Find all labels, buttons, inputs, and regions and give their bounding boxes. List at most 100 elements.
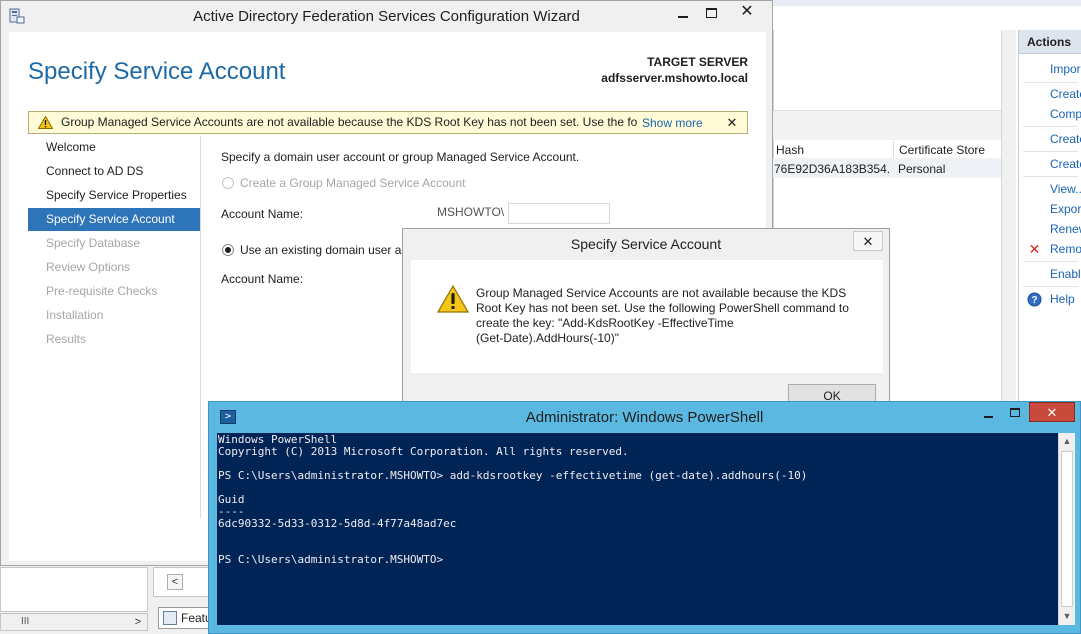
nav-item-results: Results bbox=[46, 332, 87, 346]
warning-triangle-icon bbox=[37, 115, 54, 132]
option-create-gmsa: Create a Group Managed Service Account bbox=[221, 175, 465, 191]
console-line: PS C:\Users\administrator.MSHOWTO> add-k… bbox=[218, 469, 808, 482]
domain-prefix: MSHOWTO\ bbox=[437, 205, 505, 219]
close-button[interactable]: ✕ bbox=[725, 1, 769, 22]
dialog-message-line: Root Key has not been set. Use the follo… bbox=[476, 301, 849, 315]
action-create-self-signed[interactable]: Create bbox=[1019, 154, 1081, 174]
warning-text: Group Managed Service Accounts are not a… bbox=[61, 115, 638, 129]
actions-divider bbox=[1023, 126, 1078, 127]
maximize-icon bbox=[1010, 408, 1020, 418]
features-tab[interactable]: Featu bbox=[158, 607, 210, 629]
powershell-console[interactable]: Windows PowerShell Copyright (C) 2013 Mi… bbox=[217, 433, 1058, 625]
option-existing-account[interactable]: Use an existing domain user ac bbox=[221, 242, 407, 258]
dialog-message-line: Group Managed Service Accounts are not a… bbox=[476, 286, 847, 300]
dialog-title: Specify Service Account bbox=[570, 236, 722, 252]
nav-item-service-properties[interactable]: Specify Service Properties bbox=[28, 184, 200, 207]
wizard-nav: Welcome Connect to AD DS Specify Service… bbox=[28, 136, 200, 561]
action-remove-label: Remo bbox=[1050, 242, 1081, 256]
warning-triangle-icon bbox=[436, 284, 470, 316]
nav-item-database: Specify Database bbox=[46, 236, 141, 250]
grid-cell-store: Personal bbox=[898, 162, 946, 176]
scroll-left-icon[interactable]: < bbox=[167, 574, 183, 590]
warning-bar: Group Managed Service Accounts are not a… bbox=[28, 111, 748, 134]
minimize-icon bbox=[678, 15, 688, 18]
maximize-icon bbox=[705, 7, 717, 18]
actions-divider bbox=[1023, 176, 1078, 177]
action-help-label: Help bbox=[1050, 292, 1075, 306]
grid-column-hash[interactable]: Hash bbox=[776, 141, 891, 159]
console-line: 6dc90332-5d33-0312-5d8d-4f77a48ad7ec bbox=[218, 517, 457, 530]
red-x-icon: ✕ bbox=[1028, 241, 1041, 257]
gmsa-account-name-input[interactable] bbox=[508, 203, 610, 224]
target-server-value: adfsserver.mshowto.local bbox=[601, 71, 748, 85]
action-help[interactable]: ? Help bbox=[1019, 289, 1081, 309]
grid-cell-hash: 76E92D36A183B354... bbox=[774, 162, 890, 176]
dialog-body: Group Managed Service Accounts are not a… bbox=[411, 260, 883, 373]
powershell-window: > Administrator: Windows PowerShell ✕ Wi… bbox=[208, 401, 1081, 634]
horizontal-scrollbar[interactable]: III > bbox=[0, 613, 148, 631]
scroll-area: < bbox=[153, 567, 210, 597]
dialog-message-line: (Get-Date).AddHours(-10)" bbox=[476, 331, 619, 345]
scroll-right-icon[interactable]: > bbox=[131, 615, 145, 629]
minimize-button[interactable] bbox=[975, 402, 1001, 422]
powershell-titlebar[interactable]: > Administrator: Windows PowerShell ✕ bbox=[209, 402, 1080, 433]
scrollbar-thumb[interactable] bbox=[1061, 451, 1073, 607]
features-tab-label: Featu bbox=[181, 611, 210, 625]
action-import[interactable]: Impor bbox=[1019, 59, 1081, 79]
actions-divider bbox=[1023, 286, 1078, 287]
minimize-button[interactable] bbox=[669, 1, 697, 22]
action-enable[interactable]: Enable bbox=[1019, 264, 1081, 284]
action-renew[interactable]: Renew bbox=[1019, 219, 1081, 239]
tree-pane bbox=[0, 567, 148, 612]
nav-item-installation: Installation bbox=[46, 308, 104, 322]
nav-item-service-account[interactable]: Specify Service Account bbox=[28, 208, 200, 231]
vertical-scrollbar[interactable]: ▲ ▼ bbox=[1058, 433, 1075, 625]
action-view[interactable]: View... bbox=[1019, 179, 1081, 199]
action-create-request[interactable]: Create bbox=[1019, 84, 1081, 104]
maximize-button[interactable] bbox=[1002, 402, 1028, 422]
console-prompt: PS C:\Users\administrator.MSHOWTO> bbox=[218, 553, 444, 566]
svg-text:?: ? bbox=[1031, 295, 1037, 306]
target-server-label: TARGET SERVER bbox=[647, 55, 748, 69]
dialog-close-button[interactable]: ✕ bbox=[853, 231, 883, 251]
nav-item-welcome[interactable]: Welcome bbox=[28, 136, 200, 159]
nav-item-prerequisite-checks: Pre-requisite Checks bbox=[46, 284, 158, 298]
nav-item-review-options: Review Options bbox=[46, 260, 131, 274]
radio-existing-account[interactable] bbox=[222, 244, 234, 256]
scroll-up-icon[interactable]: ▲ bbox=[1059, 433, 1075, 450]
wizard-title: Active Directory Federation Services Con… bbox=[193, 8, 580, 25]
console-line: Copyright (C) 2013 Microsoft Corporation… bbox=[218, 445, 629, 458]
grid-column-certificate-store[interactable]: Certificate Store bbox=[893, 141, 999, 159]
scroll-down-icon[interactable]: ▼ bbox=[1059, 608, 1075, 625]
warning-close-icon[interactable]: ✕ bbox=[724, 112, 740, 133]
action-complete-request[interactable]: Comp bbox=[1019, 104, 1081, 124]
action-export[interactable]: Export bbox=[1019, 199, 1081, 219]
features-icon bbox=[163, 611, 177, 625]
close-icon: ✕ bbox=[862, 234, 874, 249]
close-icon: ✕ bbox=[1046, 405, 1058, 420]
wizard-titlebar[interactable]: Active Directory Federation Services Con… bbox=[1, 1, 772, 32]
specify-service-account-dialog: Specify Service Account ✕ Group Managed … bbox=[402, 228, 890, 409]
option-create-gmsa-label: Create a Group Managed Service Account bbox=[240, 176, 466, 190]
minimize-icon bbox=[983, 415, 993, 418]
dialog-message: Group Managed Service Accounts are not a… bbox=[476, 286, 871, 346]
close-button[interactable]: ✕ bbox=[1029, 402, 1075, 422]
maximize-button[interactable] bbox=[697, 1, 725, 22]
background-top-band bbox=[773, 0, 1081, 6]
nav-item-connect-ad-ds[interactable]: Connect to AD DS bbox=[28, 160, 200, 183]
certificates-grid-header bbox=[773, 110, 1001, 140]
option-existing-account-label: Use an existing domain user ac bbox=[240, 243, 408, 257]
account-name-label: Account Name: bbox=[221, 207, 304, 221]
show-more-link[interactable]: Show more bbox=[642, 112, 703, 133]
close-icon: ✕ bbox=[740, 3, 754, 20]
dialog-message-line: create the key: "Add-KdsRootKey -Effecti… bbox=[476, 316, 734, 330]
help-circle-icon: ? bbox=[1027, 292, 1042, 307]
action-create-domain-cert[interactable]: Create bbox=[1019, 129, 1081, 149]
powershell-title: Administrator: Windows PowerShell bbox=[525, 409, 764, 426]
nav-divider bbox=[200, 136, 201, 518]
actions-title: Actions bbox=[1019, 30, 1081, 54]
scrollbar-grip[interactable]: III bbox=[21, 616, 29, 627]
action-remove[interactable]: ✕ Remo bbox=[1019, 239, 1081, 259]
actions-divider bbox=[1023, 82, 1078, 83]
actions-divider bbox=[1023, 151, 1078, 152]
